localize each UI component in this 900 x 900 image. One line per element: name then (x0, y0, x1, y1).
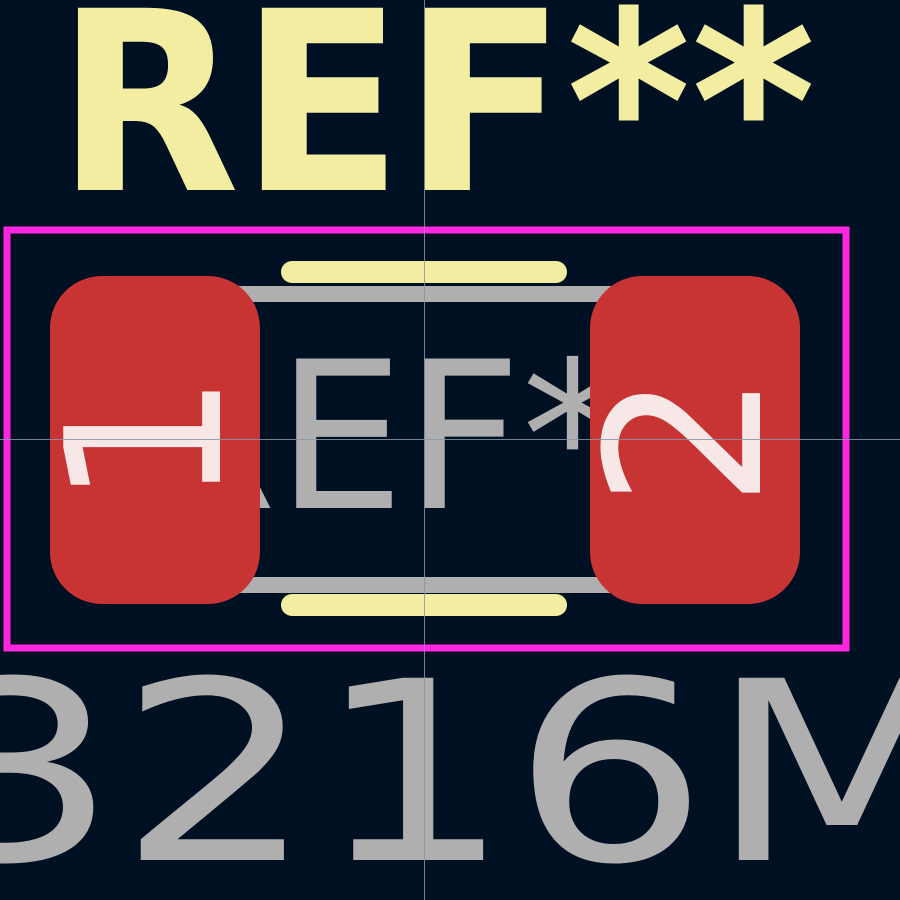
silkscreen-reference-text[interactable]: REF** (56, 0, 816, 249)
fab-value-text[interactable]: R_1206_3216Metric (0, 628, 900, 900)
pcb-footprint-canvas[interactable]: REF** R_1206_3216Metric REF** 1 2 (0, 0, 900, 900)
footprint-view: REF** R_1206_3216Metric REF** 1 2 (0, 0, 900, 900)
